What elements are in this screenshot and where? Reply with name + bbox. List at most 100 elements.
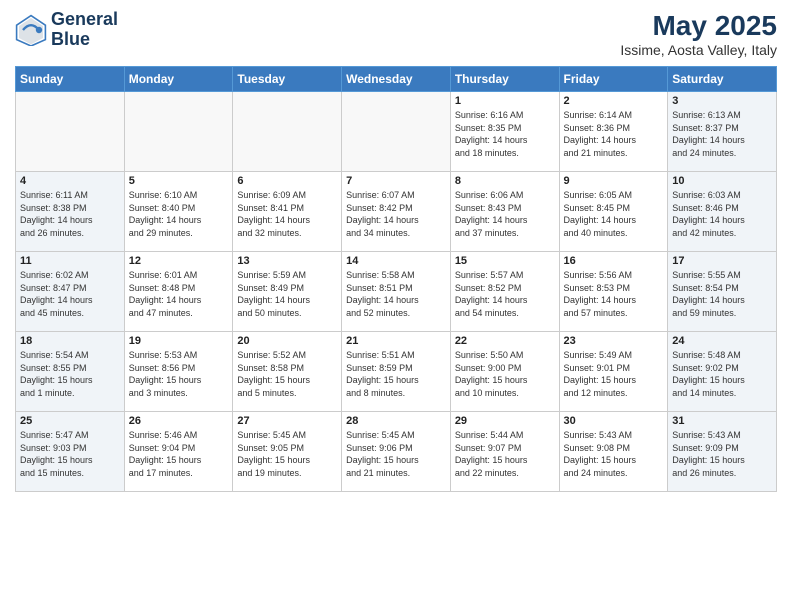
day-info: Sunrise: 5:47 AM Sunset: 9:03 PM Dayligh… [20, 429, 120, 479]
calendar-cell: 13 Sunrise: 5:59 AM Sunset: 8:49 PM Dayli… [233, 252, 342, 332]
weekday-header: Friday [559, 67, 668, 92]
calendar-cell: 26Sunrise: 5:46 AM Sunset: 9:04 PM Dayli… [124, 412, 233, 492]
logo-text: General Blue [51, 10, 118, 50]
calendar-cell: 16Sunrise: 5:56 AM Sunset: 8:53 PM Dayli… [559, 252, 668, 332]
calendar-week-row: 4 Sunrise: 6:11 AM Sunset: 8:38 PM Daylig… [16, 172, 777, 252]
calendar-cell: 31 Sunrise: 5:43 AM Sunset: 9:09 PM Dayli… [668, 412, 777, 492]
day-info: Sunrise: 6:10 AM Sunset: 8:40 PM Dayligh… [129, 189, 229, 239]
weekday-header: Wednesday [342, 67, 451, 92]
header-row: SundayMondayTuesdayWednesdayThursdayFrid… [16, 67, 777, 92]
day-number: 27 [237, 415, 337, 427]
page-container: General Blue May 2025 Issime, Aosta Vall… [0, 0, 792, 502]
calendar-cell: 9Sunrise: 6:05 AM Sunset: 8:45 PM Daylig… [559, 172, 668, 252]
day-info: Sunrise: 6:11 AM Sunset: 8:38 PM Dayligh… [20, 189, 120, 239]
calendar-cell: 22Sunrise: 5:50 AM Sunset: 9:00 PM Dayli… [450, 332, 559, 412]
day-number: 8 [455, 175, 555, 187]
page-header: General Blue May 2025 Issime, Aosta Vall… [15, 10, 777, 58]
calendar-week-row: 11Sunrise: 6:02 AM Sunset: 8:47 PM Dayli… [16, 252, 777, 332]
day-number: 4 [20, 175, 120, 187]
day-info: Sunrise: 6:09 AM Sunset: 8:41 PM Dayligh… [237, 189, 337, 239]
weekday-header: Saturday [668, 67, 777, 92]
day-info: Sunrise: 6:14 AM Sunset: 8:36 PM Dayligh… [564, 109, 664, 159]
day-info: Sunrise: 5:45 AM Sunset: 9:06 PM Dayligh… [346, 429, 446, 479]
calendar-week-row: 18 Sunrise: 5:54 AM Sunset: 8:55 PM Dayli… [16, 332, 777, 412]
day-info: Sunrise: 5:54 AM Sunset: 8:55 PM Dayligh… [20, 349, 120, 399]
day-info: Sunrise: 5:51 AM Sunset: 8:59 PM Dayligh… [346, 349, 446, 399]
day-info: Sunrise: 5:43 AM Sunset: 9:08 PM Dayligh… [564, 429, 664, 479]
logo-line2: Blue [51, 29, 90, 49]
calendar-cell [124, 92, 233, 172]
day-number: 19 [129, 335, 229, 347]
day-info: Sunrise: 5:48 AM Sunset: 9:02 PM Dayligh… [672, 349, 772, 399]
calendar-cell: 12Sunrise: 6:01 AM Sunset: 8:48 PM Dayli… [124, 252, 233, 332]
day-info: Sunrise: 6:07 AM Sunset: 8:42 PM Dayligh… [346, 189, 446, 239]
day-number: 6 [237, 175, 337, 187]
calendar-cell: 7 Sunrise: 6:07 AM Sunset: 8:42 PM Daylig… [342, 172, 451, 252]
day-number: 30 [564, 415, 664, 427]
day-info: Sunrise: 6:01 AM Sunset: 8:48 PM Dayligh… [129, 269, 229, 319]
weekday-header: Sunday [16, 67, 125, 92]
day-number: 29 [455, 415, 555, 427]
calendar-cell: 28 Sunrise: 5:45 AM Sunset: 9:06 PM Dayli… [342, 412, 451, 492]
day-info: Sunrise: 6:02 AM Sunset: 8:47 PM Dayligh… [20, 269, 120, 319]
day-number: 13 [237, 255, 337, 267]
day-info: Sunrise: 6:06 AM Sunset: 8:43 PM Dayligh… [455, 189, 555, 239]
title-block: May 2025 Issime, Aosta Valley, Italy [620, 10, 777, 58]
day-info: Sunrise: 6:16 AM Sunset: 8:35 PM Dayligh… [455, 109, 555, 159]
day-number: 14 [346, 255, 446, 267]
day-info: Sunrise: 6:05 AM Sunset: 8:45 PM Dayligh… [564, 189, 664, 239]
weekday-header: Monday [124, 67, 233, 92]
calendar-cell: 21Sunrise: 5:51 AM Sunset: 8:59 PM Dayli… [342, 332, 451, 412]
calendar-cell: 29 Sunrise: 5:44 AM Sunset: 9:07 PM Dayli… [450, 412, 559, 492]
day-info: Sunrise: 5:56 AM Sunset: 8:53 PM Dayligh… [564, 269, 664, 319]
calendar-cell: 15 Sunrise: 5:57 AM Sunset: 8:52 PM Dayli… [450, 252, 559, 332]
calendar-cell [342, 92, 451, 172]
day-info: Sunrise: 5:43 AM Sunset: 9:09 PM Dayligh… [672, 429, 772, 479]
calendar-cell: 23Sunrise: 5:49 AM Sunset: 9:01 PM Dayli… [559, 332, 668, 412]
day-info: Sunrise: 5:58 AM Sunset: 8:51 PM Dayligh… [346, 269, 446, 319]
logo-icon [15, 14, 47, 46]
day-number: 20 [237, 335, 337, 347]
calendar-week-row: 25 Sunrise: 5:47 AM Sunset: 9:03 PM Dayli… [16, 412, 777, 492]
day-number: 10 [672, 175, 772, 187]
calendar-cell [16, 92, 125, 172]
day-number: 17 [672, 255, 772, 267]
day-info: Sunrise: 5:59 AM Sunset: 8:49 PM Dayligh… [237, 269, 337, 319]
calendar-week-row: 1 Sunrise: 6:16 AM Sunset: 8:35 PM Daylig… [16, 92, 777, 172]
day-info: Sunrise: 5:45 AM Sunset: 9:05 PM Dayligh… [237, 429, 337, 479]
day-number: 15 [455, 255, 555, 267]
calendar-cell: 8 Sunrise: 6:06 AM Sunset: 8:43 PM Daylig… [450, 172, 559, 252]
day-number: 18 [20, 335, 120, 347]
calendar-cell: 30 Sunrise: 5:43 AM Sunset: 9:08 PM Dayli… [559, 412, 668, 492]
day-number: 25 [20, 415, 120, 427]
calendar-cell: 4 Sunrise: 6:11 AM Sunset: 8:38 PM Daylig… [16, 172, 125, 252]
day-info: Sunrise: 5:46 AM Sunset: 9:04 PM Dayligh… [129, 429, 229, 479]
day-number: 28 [346, 415, 446, 427]
day-number: 7 [346, 175, 446, 187]
calendar-cell: 24 Sunrise: 5:48 AM Sunset: 9:02 PM Dayli… [668, 332, 777, 412]
calendar-cell: 3Sunrise: 6:13 AM Sunset: 8:37 PM Daylig… [668, 92, 777, 172]
day-info: Sunrise: 5:53 AM Sunset: 8:56 PM Dayligh… [129, 349, 229, 399]
logo: General Blue [15, 10, 118, 50]
calendar-cell: 18 Sunrise: 5:54 AM Sunset: 8:55 PM Dayli… [16, 332, 125, 412]
day-info: Sunrise: 5:49 AM Sunset: 9:01 PM Dayligh… [564, 349, 664, 399]
calendar-cell: 19 Sunrise: 5:53 AM Sunset: 8:56 PM Dayli… [124, 332, 233, 412]
day-number: 3 [672, 95, 772, 107]
calendar-cell: 10 Sunrise: 6:03 AM Sunset: 8:46 PM Dayli… [668, 172, 777, 252]
location: Issime, Aosta Valley, Italy [620, 42, 777, 58]
day-info: Sunrise: 5:44 AM Sunset: 9:07 PM Dayligh… [455, 429, 555, 479]
day-number: 24 [672, 335, 772, 347]
day-number: 31 [672, 415, 772, 427]
logo-line1: General [51, 9, 118, 29]
calendar-cell [233, 92, 342, 172]
day-number: 2 [564, 95, 664, 107]
day-number: 22 [455, 335, 555, 347]
calendar-table: SundayMondayTuesdayWednesdayThursdayFrid… [15, 66, 777, 492]
calendar-cell: 17Sunrise: 5:55 AM Sunset: 8:54 PM Dayli… [668, 252, 777, 332]
day-info: Sunrise: 5:57 AM Sunset: 8:52 PM Dayligh… [455, 269, 555, 319]
day-info: Sunrise: 6:03 AM Sunset: 8:46 PM Dayligh… [672, 189, 772, 239]
weekday-header: Tuesday [233, 67, 342, 92]
day-number: 5 [129, 175, 229, 187]
calendar-cell: 1 Sunrise: 6:16 AM Sunset: 8:35 PM Daylig… [450, 92, 559, 172]
day-number: 1 [455, 95, 555, 107]
